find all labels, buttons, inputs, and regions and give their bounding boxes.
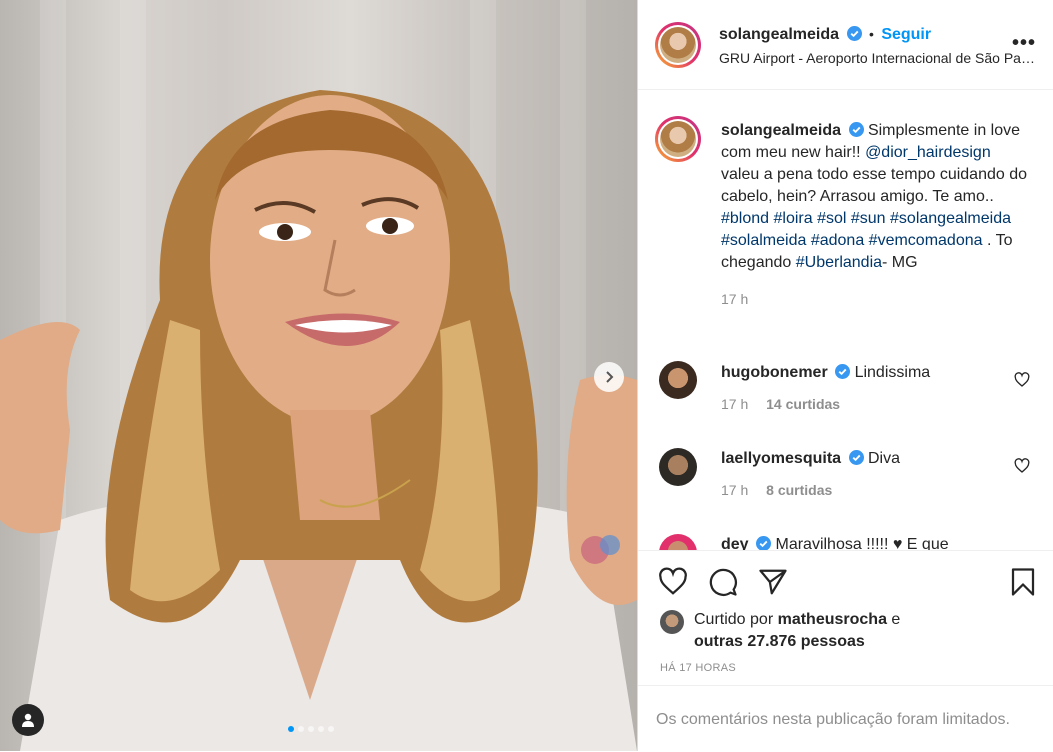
hashtag-link[interactable]: #Uberlandia [796, 254, 882, 271]
hashtag-link[interactable]: #adona [806, 232, 864, 249]
comments-list[interactable]: solangealmeida Simplesmente in love com … [638, 90, 1053, 550]
hashtag-link[interactable]: #blond [721, 210, 769, 227]
commenter-avatar[interactable] [659, 534, 697, 550]
comment-username[interactable]: laellyomesquita [721, 450, 841, 467]
commenter-avatar[interactable] [659, 361, 697, 399]
comment: laellyomesquita Diva 17 h 8 curtidas [721, 450, 900, 498]
carousel-dot [318, 726, 324, 732]
caption-time[interactable]: 17 h [721, 288, 1031, 310]
comment-username[interactable]: hugobonemer [721, 364, 828, 381]
commenter-avatar[interactable] [659, 448, 697, 486]
more-options-icon[interactable]: ••• [1012, 32, 1036, 55]
caption-author-avatar[interactable] [655, 116, 701, 162]
likes-prefix: Curtido por [694, 611, 778, 628]
caption-text: valeu a pena todo esse tempo cuidando do… [721, 166, 1028, 205]
comment-text: Maravilhosa !!!!! ♥ E que [775, 536, 949, 550]
likes-count-link[interactable]: outras 27.876 pessoas [694, 633, 865, 650]
hashtag-link[interactable]: #sun [846, 210, 886, 227]
share-icon[interactable] [758, 567, 788, 597]
hashtag-link[interactable]: #solangealmeida [886, 210, 1011, 227]
like-comment-heart-icon[interactable] [1014, 458, 1030, 474]
verified-badge-icon [756, 536, 772, 550]
comment: hugobonemer Lindissima 17 h 14 curtidas [721, 364, 930, 412]
hashtag-link[interactable]: #loira [769, 210, 812, 227]
post-details-panel: solangealmeida • Seguir GRU Airport - Ae… [637, 0, 1053, 751]
user-icon [22, 713, 34, 727]
likes-summary: Curtido por matheusrocha e outras 27.876… [694, 609, 900, 653]
post-caption: solangealmeida Simplesmente in love com … [721, 120, 1031, 310]
post-photo[interactable] [0, 0, 637, 751]
comment-likes[interactable]: 8 curtidas [766, 482, 832, 498]
carousel-dots [288, 726, 334, 732]
post-header: solangealmeida • Seguir GRU Airport - Ae… [638, 0, 1053, 90]
hashtag-link[interactable]: #solalmeida [721, 232, 806, 249]
comment-time[interactable]: 17 h [721, 482, 748, 498]
post-timestamp[interactable]: HÁ 17 HORAS [660, 662, 736, 674]
liker-avatar[interactable] [660, 610, 684, 634]
chevron-right-icon [606, 371, 614, 383]
location-link[interactable]: GRU Airport - Aeroporto Internacional de… [719, 50, 1037, 66]
like-heart-icon[interactable] [658, 567, 688, 597]
next-photo-button[interactable] [594, 362, 624, 392]
caption-username[interactable]: solangealmeida [721, 122, 841, 139]
carousel-dot [328, 726, 334, 732]
tagged-users-button[interactable] [12, 704, 44, 736]
comment-likes[interactable]: 14 curtidas [766, 396, 840, 412]
verified-badge-icon [848, 122, 864, 137]
post-actions: Curtido por matheusrocha e outras 27.876… [638, 550, 1053, 751]
hashtag-link[interactable]: #vemcomadona [864, 232, 983, 249]
author-username[interactable]: solangealmeida [719, 26, 839, 43]
separator-dot: • [868, 26, 874, 42]
portrait-illustration [0, 90, 637, 751]
likes-mid: e [886, 611, 901, 628]
author-avatar[interactable] [655, 22, 701, 68]
liker-username[interactable]: matheusrocha [778, 611, 887, 628]
comment-username[interactable]: dey [721, 536, 749, 550]
verified-badge-icon [846, 26, 862, 41]
comment-time[interactable]: 17 h [721, 396, 748, 412]
like-comment-heart-icon[interactable] [1014, 372, 1030, 388]
carousel-dot [308, 726, 314, 732]
follow-button[interactable]: Seguir [881, 26, 931, 43]
comment-icon[interactable] [708, 567, 738, 597]
verified-badge-icon [848, 450, 864, 465]
comments-limited-notice: Os comentários nesta publicação foram li… [638, 685, 1053, 752]
caption-text: - MG [882, 254, 918, 271]
comment: dey Maravilhosa !!!!! ♥ E que [721, 536, 949, 550]
save-bookmark-icon[interactable] [1008, 567, 1038, 597]
hashtag-link[interactable]: #sol [817, 210, 846, 227]
comment-text: Lindissima [854, 364, 931, 381]
verified-badge-icon [835, 364, 851, 379]
carousel-dot-active [288, 726, 294, 732]
carousel-dot [298, 726, 304, 732]
mention-link[interactable]: @dior_hairdesign [865, 144, 991, 161]
comment-text: Diva [867, 450, 900, 467]
